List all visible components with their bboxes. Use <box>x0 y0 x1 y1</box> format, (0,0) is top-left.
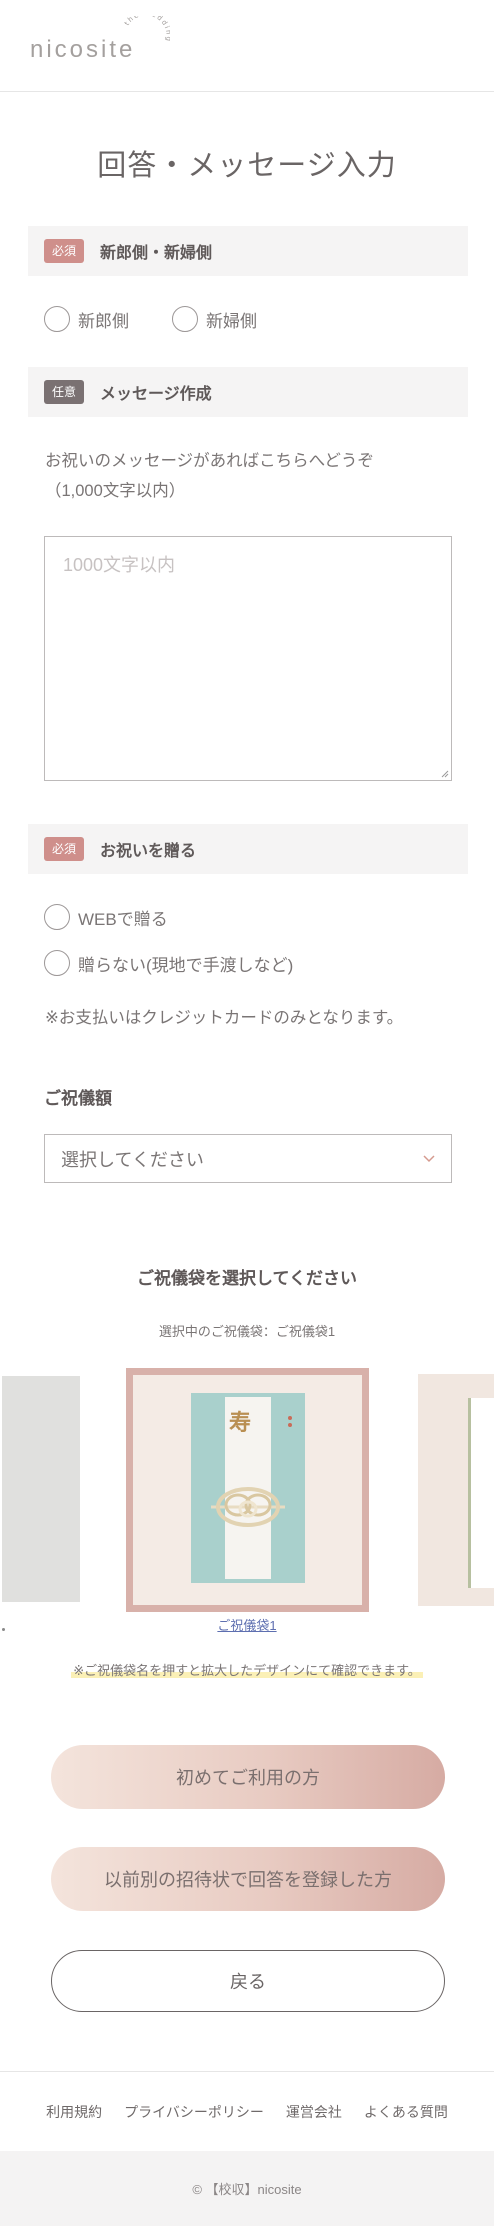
radio-circle[interactable] <box>44 950 70 976</box>
copyright: © 【校収】nicosite <box>0 2151 494 2226</box>
side-section-title: 新郎側・新婦側 <box>100 245 213 262</box>
footer-links: 利用規約 プライバシーポリシー 運営会社 よくある質問 <box>0 2071 494 2151</box>
envelope-selected-text: 選択中のご祝儀袋：ご祝儀袋1 <box>158 1324 336 1339</box>
carousel-dot <box>2 1628 5 1631</box>
envelope-carousel[interactable]: 寿 <box>0 1366 494 1616</box>
optional-badge: 任意 <box>44 380 84 404</box>
envelope-hint: ※ご祝儀袋名を押すと拡大したデザインにて確認できます。 <box>0 1660 494 1679</box>
kotobuki-glyph: 寿 <box>229 1410 252 1436</box>
resize-handle-icon[interactable] <box>441 770 449 778</box>
envelope-hint-text: ※ご祝儀袋名を押すと拡大したデザインにて確認できます。 <box>71 1663 423 1678</box>
envelope-next-preview <box>468 1398 494 1588</box>
amount-label: ご祝儀額 <box>44 1089 112 1108</box>
required-badge: 必須 <box>44 837 84 861</box>
footer-link-faq[interactable]: よくある質問 <box>364 2102 448 2122</box>
message-note: お祝いのメッセージがあればこちらへどうぞ （1,000文字以内） <box>45 446 374 506</box>
svg-text:the wedding: the wedding <box>123 16 170 43</box>
envelope-link[interactable]: ご祝儀袋1 <box>0 1615 494 1634</box>
radio-label: 贈らない(現地で手渡しなど) <box>78 955 294 975</box>
mizuhiki-knot-icon <box>211 1487 285 1527</box>
chevron-down-icon <box>423 1155 435 1163</box>
message-placeholder: 1000文字以内 <box>63 555 176 575</box>
message-textarea[interactable]: 1000文字以内 <box>44 536 452 781</box>
radio-label: 新婦側 <box>206 311 257 331</box>
footer-link-company[interactable]: 運営会社 <box>286 2102 342 2122</box>
payment-note: ※お支払いはクレジットカードのみとなります。 <box>45 1009 404 1027</box>
radio-label: 新郎側 <box>78 311 129 331</box>
message-note-line2: （1,000文字以内） <box>45 482 186 500</box>
side-section-header: 必須 新郎側・新婦側 <box>28 226 468 276</box>
envelope-card-next[interactable] <box>418 1374 494 1606</box>
site-header: nicosite the wedding <box>0 0 494 92</box>
radio-circle[interactable] <box>44 904 70 930</box>
message-note-line1: お祝いのメッセージがあればこちらへどうぞ <box>45 452 374 470</box>
radio-no-gift[interactable]: 贈らない(現地で手渡しなど) <box>44 950 293 976</box>
gift-section-title: お祝いを贈る <box>100 843 197 860</box>
logo-tagline-arc: the wedding <box>123 16 170 43</box>
amount-select[interactable]: 選択してください <box>44 1134 452 1183</box>
envelope-dots <box>288 1416 292 1427</box>
footer-link-terms[interactable]: 利用規約 <box>46 2102 102 2122</box>
message-section-title: メッセージ作成 <box>100 386 212 403</box>
radio-groom-side[interactable]: 新郎側 <box>44 306 129 332</box>
page-title: 回答・メッセージ入力 <box>97 148 397 182</box>
radio-circle[interactable] <box>44 306 70 332</box>
message-section-header: 任意 メッセージ作成 <box>28 367 468 417</box>
envelope-section-title: ご祝儀袋を選択してください <box>137 1269 357 1288</box>
envelope-card-selected[interactable]: 寿 <box>126 1368 369 1612</box>
radio-label: WEBで贈る <box>78 909 168 929</box>
envelope-card-prev[interactable] <box>2 1376 80 1602</box>
back-button[interactable]: 戻る <box>51 1950 445 2012</box>
gift-section-header: 必須 お祝いを贈る <box>28 824 468 874</box>
footer-link-privacy[interactable]: プライバシーポリシー <box>124 2102 264 2122</box>
radio-bride-side[interactable]: 新婦側 <box>172 306 257 332</box>
previous-registration-button[interactable]: 以前別の招待状で回答を登録した方 <box>51 1847 445 1911</box>
required-badge: 必須 <box>44 239 84 263</box>
amount-select-value: 選択してください <box>61 1149 204 1170</box>
first-use-button[interactable]: 初めてご利用の方 <box>51 1745 445 1809</box>
radio-circle[interactable] <box>172 306 198 332</box>
envelope-image: 寿 <box>191 1393 305 1583</box>
radio-web-gift[interactable]: WEBで贈る <box>44 904 168 930</box>
